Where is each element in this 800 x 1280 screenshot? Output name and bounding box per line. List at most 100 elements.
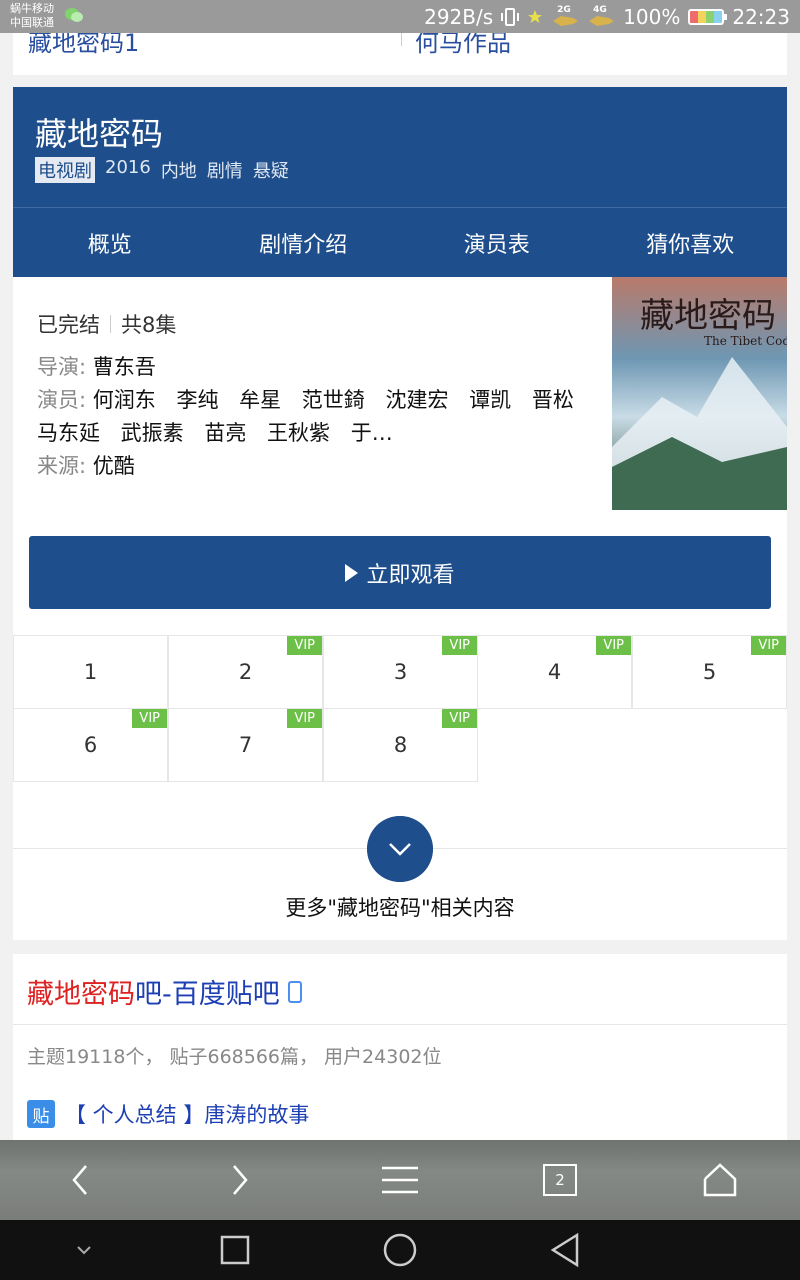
- post-badge: 贴: [27, 1100, 55, 1128]
- poster-title: 藏地密码: [640, 296, 776, 336]
- source-row: 来源: 优酷: [37, 450, 582, 483]
- vibrate-icon: [501, 7, 520, 26]
- home-icon: [703, 1163, 737, 1197]
- cast-names: 何润东 李纯 牟星 范世錡 沈建宏 谭凯 晋松 马东延 武振素 苗亮 王秋紫 于…: [37, 388, 574, 445]
- episode-1[interactable]: 1: [13, 635, 168, 709]
- show-banner[interactable]: 藏地密码 电视剧 2016 内地 剧情 悬疑: [13, 87, 787, 207]
- battery-percent: 100%: [623, 4, 681, 29]
- hide-nav-button[interactable]: [44, 1220, 124, 1280]
- tieba-stats: 主题19118个， 贴子668566篇， 用户24302位: [27, 1046, 442, 1068]
- episode-6[interactable]: 6 VIP: [13, 708, 168, 782]
- divider: [110, 315, 111, 333]
- tieba-title-rest: 吧-百度贴吧: [135, 979, 280, 1010]
- episode-5[interactable]: 5 VIP: [632, 635, 787, 709]
- episode-4[interactable]: 4 VIP: [477, 635, 632, 709]
- episode-number: 6: [83, 733, 98, 757]
- expand-more-button[interactable]: [367, 816, 433, 882]
- triangle-back-icon: [550, 1232, 579, 1268]
- tab-count: 2: [543, 1164, 577, 1196]
- mobile-icon: [287, 980, 302, 1003]
- tieba-post-link[interactable]: 贴 【 个人总结 】唐涛的故事: [27, 1099, 309, 1129]
- vip-badge: VIP: [442, 636, 477, 655]
- show-genre-2: 悬疑: [252, 161, 289, 182]
- chevron-left-icon: [72, 1165, 87, 1195]
- menu-icon: [382, 1166, 418, 1194]
- more-related-link[interactable]: 更多"藏地密码"相关内容: [13, 892, 787, 922]
- show-title[interactable]: 藏地密码: [35, 109, 163, 155]
- recents-button[interactable]: [195, 1220, 275, 1280]
- chevron-right-icon: [233, 1165, 248, 1195]
- home-button[interactable]: [680, 1140, 760, 1220]
- episode-2[interactable]: 2 VIP: [168, 635, 323, 709]
- vip-badge: VIP: [287, 636, 322, 655]
- vip-badge: VIP: [287, 709, 322, 728]
- episode-number: 1: [83, 660, 98, 684]
- show-poster[interactable]: 藏地密码 The Tibet Code: [612, 277, 787, 510]
- tab-cast[interactable]: 演员表: [400, 208, 594, 277]
- battery-icon: [688, 8, 728, 25]
- previous-card: 藏地密码1 何马作品: [13, 33, 787, 75]
- tab-overview[interactable]: 概览: [13, 208, 207, 277]
- chevron-down-icon: [77, 1246, 91, 1255]
- watch-now-label: 立即观看: [366, 562, 455, 588]
- show-card: 藏地密码 电视剧 2016 内地 剧情 悬疑 概览 剧情介绍 演员表 猜你喜欢 …: [13, 87, 787, 940]
- signal-2g-icon: 2G: [551, 5, 579, 29]
- show-meta: 电视剧 2016 内地 剧情 悬疑: [35, 157, 289, 183]
- show-info: 已完结 共8集 导演: 曹东吾 演员: 何润东 李纯 牟星 范世錡 沈建宏 谭凯…: [37, 309, 582, 483]
- vip-badge: VIP: [442, 709, 477, 728]
- prev-link-left[interactable]: 藏地密码1: [28, 33, 139, 58]
- menu-button[interactable]: [360, 1140, 440, 1220]
- tabs-button[interactable]: 2: [520, 1140, 600, 1220]
- episode-number: 3: [393, 660, 408, 684]
- back-button[interactable]: [40, 1140, 120, 1220]
- completion-status: 已完结: [37, 313, 100, 337]
- network-speed: 292B/s: [424, 4, 494, 29]
- director-label: 导演:: [37, 355, 87, 379]
- cast-row: 演员: 何润东 李纯 牟星 范世錡 沈建宏 谭凯 晋松 马东延 武振素 苗亮 王…: [37, 384, 582, 450]
- tieba-title-highlight: 藏地密码: [27, 979, 135, 1010]
- director-name: 曹东吾: [92, 355, 156, 379]
- show-year: 2016: [105, 157, 151, 178]
- vip-badge: VIP: [596, 636, 631, 655]
- back-nav-button[interactable]: [525, 1220, 605, 1280]
- carrier-1: 蜗牛移动: [10, 2, 54, 15]
- episode-3[interactable]: 3 VIP: [323, 635, 478, 709]
- tieba-card: 藏地密码 吧-百度贴吧 主题19118个， 贴子668566篇， 用户24302…: [13, 954, 787, 1140]
- poster-title-en: The Tibet Code: [704, 334, 787, 348]
- square-icon: [220, 1235, 250, 1265]
- clock: 22:23: [732, 4, 790, 29]
- star-icon: [528, 9, 543, 23]
- wechat-icon: [65, 8, 83, 22]
- tab-plot[interactable]: 剧情介绍: [207, 208, 401, 277]
- divider: [401, 33, 402, 46]
- watch-now-button[interactable]: 立即观看: [29, 536, 771, 609]
- episode-number: 2: [238, 660, 253, 684]
- tab-recommend[interactable]: 猜你喜欢: [594, 208, 788, 277]
- source-label: 来源:: [37, 454, 87, 478]
- episode-count: 共8集: [121, 313, 177, 337]
- vip-badge: VIP: [751, 636, 786, 655]
- status-row: 已完结 共8集: [37, 309, 582, 339]
- circle-icon: [383, 1233, 417, 1267]
- episode-number: 8: [393, 733, 408, 757]
- prev-link-right[interactable]: 何马作品: [415, 33, 511, 58]
- show-tabs: 概览 剧情介绍 演员表 猜你喜欢: [13, 207, 787, 277]
- system-nav-bar: [0, 1220, 800, 1280]
- episode-8[interactable]: 8 VIP: [323, 708, 478, 782]
- tieba-title-link[interactable]: 藏地密码 吧-百度贴吧: [27, 972, 302, 1011]
- status-bar: 蜗牛移动 中国联通 292B/s 2G 4G 100% 22:23: [0, 0, 800, 33]
- episode-number: 5: [702, 660, 717, 684]
- divider: [13, 1024, 787, 1025]
- vip-badge: VIP: [132, 709, 167, 728]
- home-nav-button[interactable]: [360, 1220, 440, 1280]
- type-tag: 电视剧: [35, 157, 95, 183]
- director-row: 导演: 曹东吾: [37, 351, 582, 384]
- carrier-2: 中国联通: [10, 16, 54, 29]
- play-icon: [345, 563, 359, 582]
- cast-label: 演员:: [37, 388, 87, 412]
- show-genre-1: 剧情: [206, 161, 243, 182]
- episode-7[interactable]: 7 VIP: [168, 708, 323, 782]
- episode-number: 7: [238, 733, 253, 757]
- show-region: 内地: [160, 161, 197, 182]
- forward-button[interactable]: [200, 1140, 280, 1220]
